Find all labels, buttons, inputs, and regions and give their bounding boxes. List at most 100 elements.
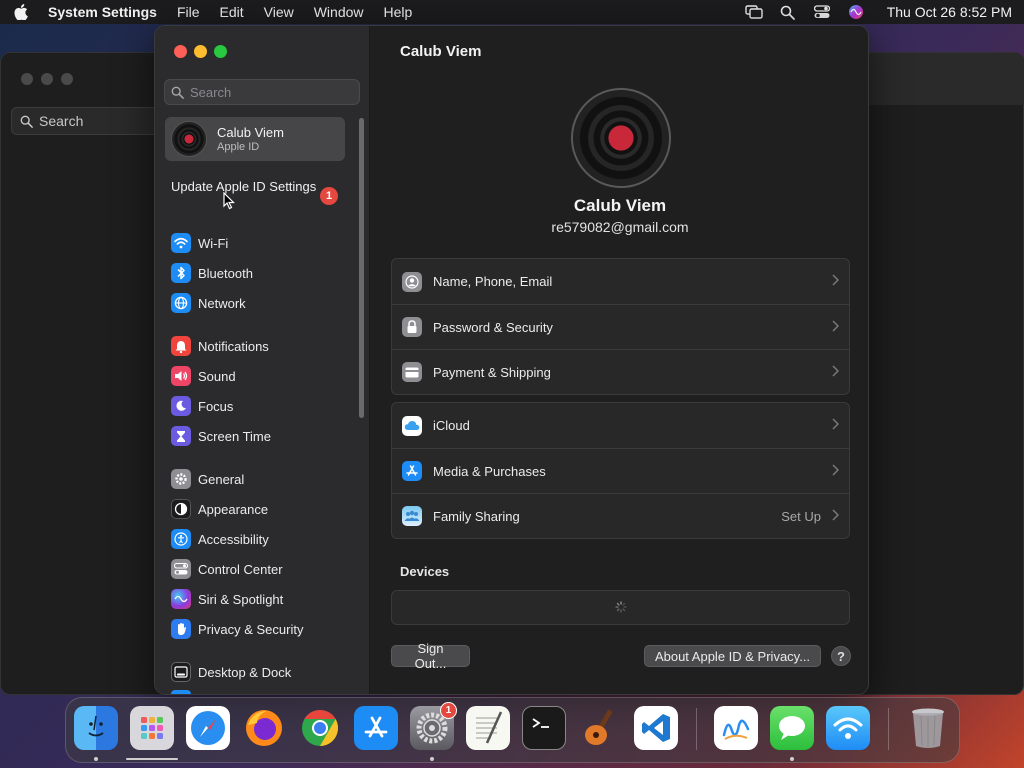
speech-bubble-icon [779, 716, 805, 740]
accessibility-icon [171, 529, 191, 549]
sidebar-item-apple-id[interactable]: Calub Viem Apple ID [165, 117, 345, 161]
finder-icon [88, 715, 104, 737]
row-name-phone-email[interactable]: Name, Phone, Email [392, 259, 849, 304]
control-center-icon[interactable] [813, 4, 831, 20]
mouse-cursor-icon [223, 192, 235, 210]
search-icon [171, 86, 184, 99]
sidebar-item-bluetooth[interactable]: Bluetooth [171, 261, 253, 285]
row-label: iCloud [433, 418, 470, 433]
row-family-sharing[interactable]: Family Sharing Set Up [392, 493, 849, 538]
row-payment-shipping[interactable]: Payment & Shipping [392, 349, 849, 394]
sidebar-item-screen-time[interactable]: Screen Time [171, 424, 271, 448]
app-store-icon [402, 461, 422, 481]
chevron-right-icon [832, 365, 839, 377]
dock-app-store[interactable] [354, 706, 398, 750]
running-indicator [94, 757, 98, 761]
dock-chrome[interactable] [298, 706, 342, 750]
dock-trash[interactable] [906, 706, 950, 750]
sidebar-item-appearance[interactable]: Appearance [171, 497, 268, 521]
running-indicator [430, 757, 434, 761]
menu-clock[interactable]: Thu Oct 26 8:52 PM [887, 4, 1012, 20]
moon-icon [171, 396, 191, 416]
loading-spinner-icon [615, 601, 627, 613]
sidebar-search-input[interactable] [190, 84, 350, 100]
close-button[interactable] [174, 45, 187, 58]
about-apple-id-privacy-button[interactable]: About Apple ID & Privacy... [644, 645, 821, 667]
appearance-icon [171, 499, 191, 519]
sidebar-search-field[interactable] [164, 79, 360, 105]
spotlight-search-icon[interactable] [779, 4, 797, 20]
dock-safari[interactable] [186, 706, 230, 750]
bg-search-placeholder: Search [39, 113, 84, 129]
row-password-security[interactable]: Password & Security [392, 304, 849, 349]
dock-finder[interactable] [74, 706, 118, 750]
siri-icon[interactable] [847, 4, 865, 20]
sign-out-button[interactable]: Sign Out... [391, 641, 470, 671]
sidebar-item-label: Network [198, 295, 246, 311]
menu-file[interactable]: File [177, 4, 200, 20]
sidebar-item-label: Siri & Spotlight [198, 591, 284, 607]
dock-firefox[interactable] [242, 706, 286, 750]
menu-view[interactable]: View [264, 4, 294, 20]
profile-email: re579082@gmail.com [551, 219, 689, 235]
menu-help[interactable]: Help [384, 4, 413, 20]
chevron-right-icon [832, 320, 839, 332]
sidebar-item-accessibility[interactable]: Accessibility [171, 527, 269, 551]
page-title: Calub Viem [400, 43, 482, 60]
dock-launchpad[interactable] [130, 706, 174, 750]
dock-textedit[interactable] [466, 706, 510, 750]
sidebar-item-siri-spotlight[interactable]: Siri & Spotlight [171, 587, 283, 611]
bg-search-field[interactable]: Search [11, 107, 171, 135]
safari-icon [191, 711, 225, 745]
dock-messages[interactable] [770, 706, 814, 750]
sidebar-item-privacy-security[interactable]: Privacy & Security [171, 617, 303, 641]
wifi-icon [833, 717, 863, 739]
profile-avatar[interactable] [571, 88, 671, 188]
sidebar-item-desktop-dock[interactable]: Desktop & Dock [171, 660, 291, 684]
sidebar-item-label: Appearance [198, 501, 269, 517]
dock-freeform[interactable] [714, 706, 758, 750]
sidebar-item-wifi[interactable]: Wi-Fi [171, 231, 228, 255]
sidebar-item-sound[interactable]: Sound [171, 364, 236, 388]
menu-app-name[interactable]: System Settings [48, 4, 157, 20]
dock-wireless-diagnostics[interactable] [826, 706, 870, 750]
bg-close-button[interactable] [21, 73, 33, 85]
sidebar-item-label: Wi-Fi [198, 235, 229, 251]
minimize-button[interactable] [194, 45, 207, 58]
bg-minimize-button[interactable] [41, 73, 53, 85]
menu-edit[interactable]: Edit [220, 4, 244, 20]
sidebar-scrollbar[interactable] [359, 118, 364, 418]
help-button[interactable]: ? [831, 646, 851, 666]
dock-terminal[interactable] [522, 706, 566, 750]
system-settings-badge: 1 [440, 702, 457, 719]
row-icloud[interactable]: iCloud [392, 403, 849, 448]
dock-vscode[interactable] [634, 706, 678, 750]
dock-garageband[interactable] [578, 706, 622, 750]
control-center-icon [171, 559, 191, 579]
screen-mirroring-icon[interactable] [745, 4, 763, 20]
sidebar-item-control-center[interactable]: Control Center [171, 557, 283, 581]
sidebar-item-label: Notifications [198, 338, 269, 354]
sidebar-item-focus[interactable]: Focus [171, 394, 233, 418]
sidebar-item-notifications[interactable]: Notifications [171, 334, 269, 358]
freeform-icon [722, 719, 750, 740]
app-store-icon [364, 716, 388, 738]
devices-list [391, 590, 850, 625]
sidebar-item-general[interactable]: General [171, 467, 244, 491]
sidebar-item-label: Control Center [198, 561, 283, 577]
menu-window[interactable]: Window [314, 4, 364, 20]
hand-icon [171, 619, 191, 639]
update-apple-id-settings[interactable]: Update Apple ID Settings [171, 179, 341, 195]
guitar-icon [585, 709, 613, 745]
apple-logo-icon[interactable] [12, 3, 30, 21]
zoom-button[interactable] [214, 45, 227, 58]
sidebar-item-network[interactable]: Network [171, 291, 246, 315]
bg-zoom-button[interactable] [61, 73, 73, 85]
credit-card-icon [402, 362, 422, 382]
wifi-icon [171, 233, 191, 253]
account-name: Calub Viem [217, 125, 284, 140]
devices-section-header: Devices [400, 564, 450, 579]
sidebar-item-label: Privacy & Security [198, 621, 304, 637]
row-media-purchases[interactable]: Media & Purchases [392, 448, 849, 493]
chevron-right-icon [832, 509, 839, 521]
